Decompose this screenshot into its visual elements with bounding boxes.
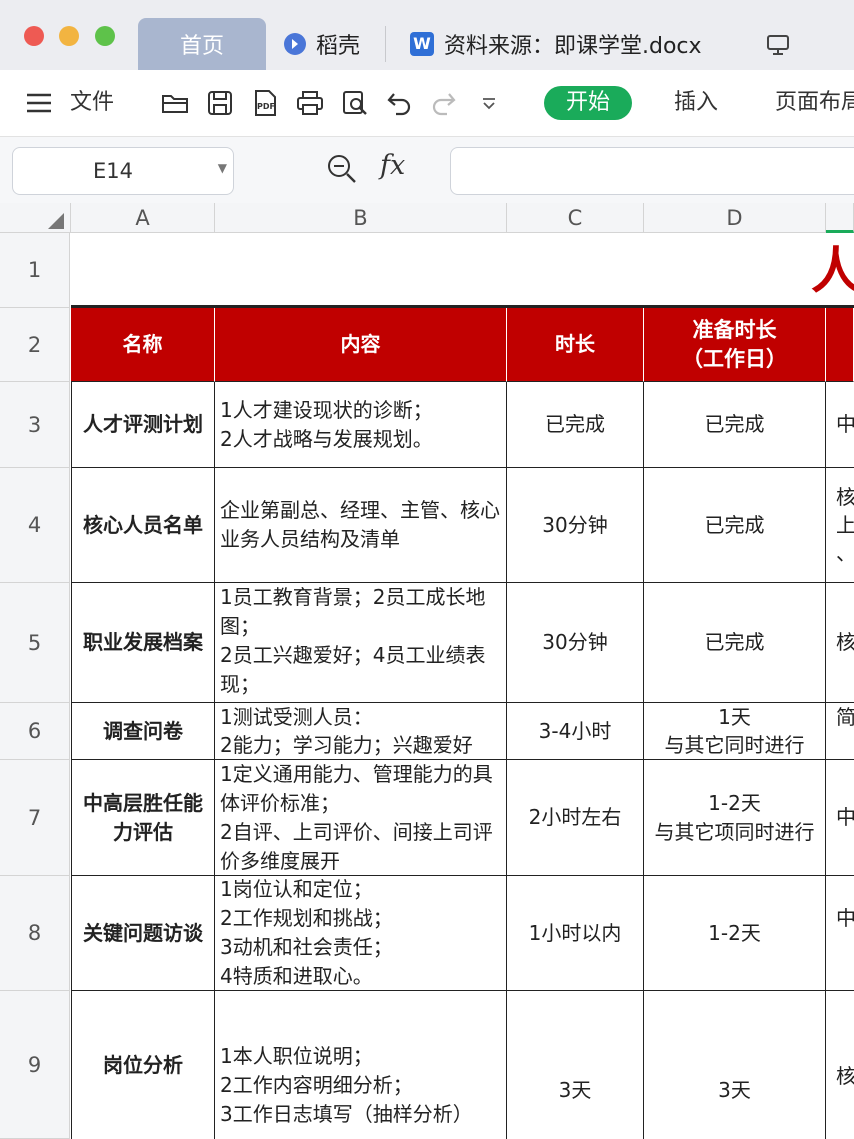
sheet-title: 人 [811,242,854,300]
row-header[interactable]: 1 [0,233,70,308]
svg-text:PDF: PDF [257,102,275,111]
daoke-icon [284,33,306,55]
cell-name[interactable]: 核心人员名单 [71,468,215,583]
formula-input[interactable] [450,147,854,195]
zoom-search-icon[interactable] [326,153,358,189]
cell-content[interactable]: 1定义通用能力、管理能力的具体评价标准； 2自评、上司评价、间接上司评价多维度展… [215,760,507,876]
cell-duration[interactable]: 3天 [507,991,644,1139]
open-folder-icon[interactable] [160,86,190,120]
cell-content[interactable]: 1员工教育背景；2员工成长地图； 2员工兴趣爱好；4员工业绩表现； [215,583,507,703]
row-header[interactable]: 8 [0,876,70,991]
cell-duration[interactable]: 3-4小时 [507,703,644,760]
title-cell[interactable]: 人 [71,233,854,308]
header-name[interactable]: 名称 [71,308,215,382]
cell-name[interactable]: 岗位分析 [71,991,215,1139]
tab-daoke[interactable]: 稻壳 [284,18,360,70]
cell-e[interactable]: 核 上 、 [826,468,854,583]
cell-prep[interactable]: 已完成 [644,468,826,583]
cell-content[interactable]: 1本人职位说明； 2工作内容明细分析； 3工作日志填写（抽样分析） [215,991,507,1139]
redo-icon[interactable] [428,86,458,120]
row-header[interactable]: 2 [0,308,70,382]
cell-name[interactable]: 人才评测计划 [71,382,215,468]
header-content[interactable]: 内容 [215,308,507,382]
tab-document[interactable]: W 资料来源：即课学堂.docx [410,18,702,70]
name-box[interactable]: E14 ▼ [12,147,234,195]
column-header-c[interactable]: C [507,203,644,233]
cell-name[interactable]: 调查问卷 [71,703,215,760]
file-menu[interactable]: 文件 [70,86,114,120]
cell-content[interactable]: 1测试受测人员： 2能力；学习能力；兴趣爱好 [215,703,507,760]
cell-reference: E14 [93,159,133,183]
save-icon[interactable] [205,86,235,120]
row-header[interactable]: 5 [0,583,70,703]
monitor-icon[interactable] [766,34,790,60]
word-doc-icon: W [410,32,434,56]
undo-icon[interactable] [385,86,415,120]
cell-content[interactable]: 1岗位认和定位； 2工作规划和挑战； 3动机和社会责任； 4特质和进取心。 [215,876,507,991]
cell-e[interactable]: 核 [826,583,854,703]
cell-content[interactable]: 1人才建设现状的诊断； 2人才战略与发展规划。 [215,382,507,468]
header-duration[interactable]: 时长 [507,308,644,382]
tab-insert[interactable]: 插入 [674,86,718,120]
cell-e[interactable]: 中 [826,760,854,876]
column-header-d[interactable]: D [644,203,826,233]
header-e[interactable] [826,308,854,382]
cell-duration[interactable]: 已完成 [507,382,644,468]
header-prep-time[interactable]: 准备时长 （工作日） [644,308,826,382]
cell-prep[interactable]: 已完成 [644,583,826,703]
tab-home[interactable]: 首页 [138,18,266,70]
cell-prep[interactable]: 1天 与其它同时进行 [644,703,826,760]
tab-daoke-label: 稻壳 [316,34,361,59]
cell-duration[interactable]: 30分钟 [507,468,644,583]
close-window-button[interactable] [24,26,44,46]
cell-content[interactable]: 企业第副总、经理、主管、核心业务人员结构及清单 [215,468,507,583]
row-header[interactable]: 6 [0,703,70,760]
cell-name[interactable]: 关键问题访谈 [71,876,215,991]
tab-start[interactable]: 开始 [544,86,632,120]
cell-prep[interactable]: 1-2天 [644,876,826,991]
cell-e[interactable]: 简 [826,703,854,760]
cell-prep[interactable]: 已完成 [644,382,826,468]
cell-prep[interactable]: 1-2天 与其它项同时进行 [644,760,826,876]
cell-e[interactable]: 核 [826,991,854,1139]
column-header-b[interactable]: B [215,203,507,233]
print-icon[interactable] [295,86,325,120]
cell-e[interactable]: 中 [826,876,854,991]
cell-duration[interactable]: 30分钟 [507,583,644,703]
export-pdf-icon[interactable]: PDF [250,86,280,120]
chevron-down-icon[interactable] [474,86,504,120]
cell-e[interactable]: 中 [826,382,854,468]
function-fx-icon[interactable]: fx [380,150,405,181]
zoom-window-button[interactable] [95,26,115,46]
select-all-corner[interactable] [0,203,71,233]
column-header-a[interactable]: A [71,203,215,233]
row-header[interactable]: 4 [0,468,70,583]
main-toolbar [0,70,854,137]
cell-name[interactable]: 职业发展档案 [71,583,215,703]
print-preview-icon[interactable] [340,86,370,120]
cell-duration[interactable]: 2小时左右 [507,760,644,876]
tab-document-label: 资料来源：即课学堂.docx [444,34,702,59]
window-titlebar: 首页 稻壳 W 资料来源：即课学堂.docx [0,0,854,70]
tab-divider [385,26,386,62]
tab-home-label: 首页 [179,34,224,59]
menu-icon[interactable] [24,86,54,120]
cell-duration[interactable]: 1小时以内 [507,876,644,991]
column-header-e[interactable] [826,203,854,233]
caret-down-icon[interactable]: ▼ [218,161,227,175]
row-header[interactable]: 7 [0,760,70,876]
tab-page-layout[interactable]: 页面布局 [775,86,854,120]
row-header[interactable]: 9 [0,991,70,1139]
cell-prep[interactable]: 3天 [644,991,826,1139]
row-header[interactable]: 3 [0,382,70,468]
minimize-window-button[interactable] [59,26,79,46]
cell-name[interactable]: 中高层胜任能力评估 [71,760,215,876]
